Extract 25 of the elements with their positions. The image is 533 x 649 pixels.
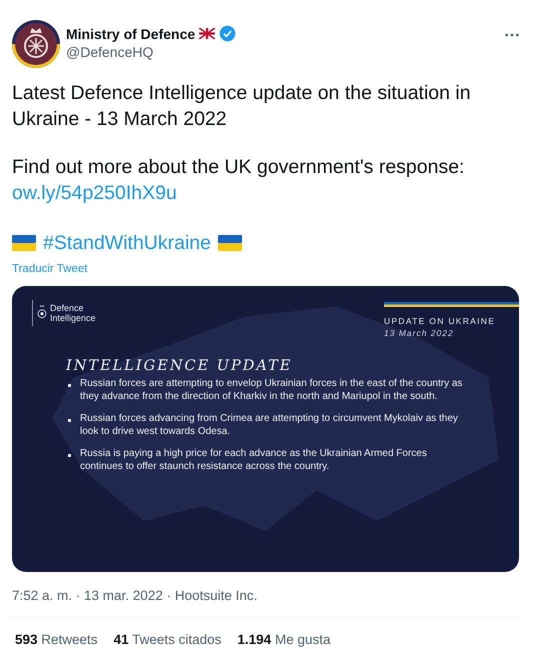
tweet-text: Find out more about the UK government's response: bbox=[12, 155, 466, 180]
stat-link[interactable]: 593 Retweets bbox=[15, 632, 98, 647]
bullet-text: Russian forces advancing from Crimea are attempting to circumvent Mykolaiv as they look to drive west towards Odesa. bbox=[80, 413, 459, 438]
logo-text: Defence bbox=[50, 303, 85, 313]
bullet-icon bbox=[68, 384, 71, 387]
banner-date: 13 March 2022 bbox=[384, 328, 455, 338]
ukraine-flag-icon bbox=[218, 235, 242, 251]
account-handle[interactable]: @DefenceHQ bbox=[66, 44, 236, 60]
card-heading: INTELLIGENCE UPDATE bbox=[66, 358, 294, 374]
stat-link[interactable]: 1.194 Me gusta bbox=[237, 632, 330, 647]
banner-title: UPDATE ON UKRAINE bbox=[384, 316, 496, 326]
bullet-text: Russia is paying a high price for each advance as the Ukrainian Armed Forces continues to offer staunch resistance across the country. bbox=[80, 448, 428, 473]
bullet-icon bbox=[68, 419, 71, 422]
avatar-crest-icon[interactable] bbox=[12, 20, 60, 68]
bullet-text: Russian forces are attempting to envelop Ukrainian forces in the east of the country as they advance from the direction of Kharkiv in the north and Mariupol in the south. bbox=[80, 378, 464, 403]
logo-text: Intelligence bbox=[50, 313, 96, 323]
ukraine-flag-icon bbox=[12, 235, 36, 251]
union-flag-icon bbox=[199, 28, 216, 39]
more-icon[interactable] bbox=[505, 33, 519, 37]
tweet-text: Latest Defence Intelligence update on the situation in Ukraine - 13 March 2022 bbox=[12, 81, 472, 132]
account-name[interactable]: Ministry of Defence bbox=[66, 26, 196, 42]
stat-link[interactable]: 41 Tweets citados bbox=[114, 632, 222, 647]
tweet-timestamp[interactable]: 7:52 a. m. · 13 mar. 2022 · Hootsuite Inc. bbox=[12, 588, 533, 603]
bullet-icon bbox=[68, 454, 71, 457]
infographic-card[interactable] bbox=[12, 286, 519, 572]
